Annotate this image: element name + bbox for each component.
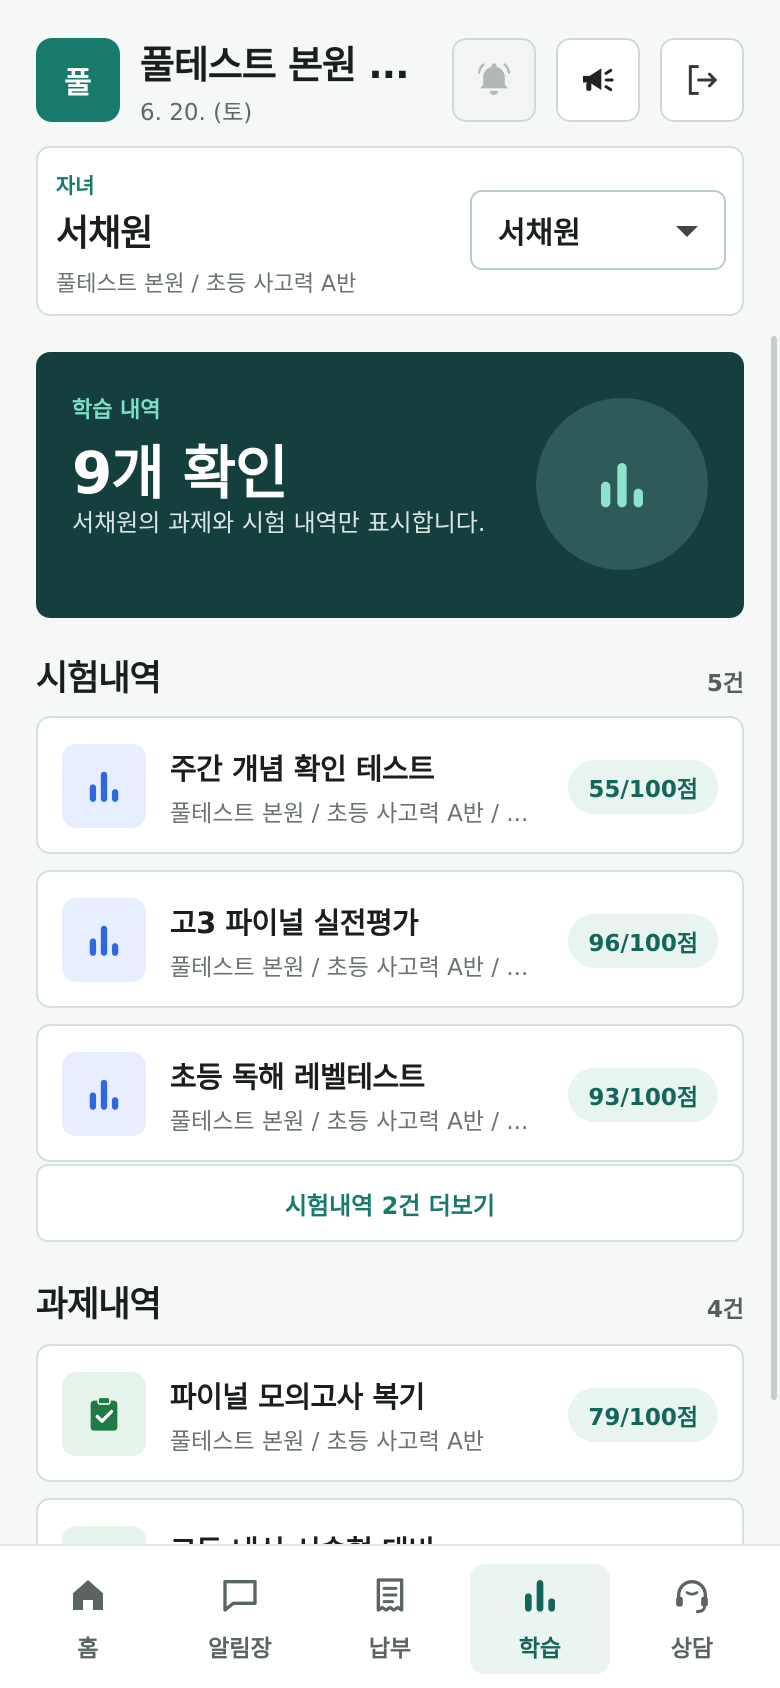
title-wrap: 풀테스트 본원 ... 6. 20. (토) xyxy=(140,34,430,127)
clipboard-check-icon xyxy=(90,1396,118,1431)
exam-subtitle: 풀테스트 본원 / 초등 사고력 A반 / ... xyxy=(170,801,529,827)
exam-icon-box xyxy=(62,1052,146,1136)
brand-badge: 풀 xyxy=(36,38,120,122)
app-title: 풀테스트 본원 ... xyxy=(140,42,410,87)
hero-label: 학습 내역 xyxy=(72,398,161,423)
chart-icon xyxy=(89,925,119,956)
nav-label: 납부 xyxy=(368,1636,412,1662)
assignment-title: 파이널 모의고사 복기 xyxy=(170,1380,425,1414)
nav-label: 홈 xyxy=(77,1636,99,1662)
exam-title: 주간 개념 확인 테스트 xyxy=(170,752,435,786)
score-badge: 96/100점 xyxy=(568,914,718,968)
exam-item[interactable]: 고3 파이널 실전평가 풀테스트 본원 / 초등 사고력 A반 / ... 96… xyxy=(36,870,744,1008)
logout-button[interactable] xyxy=(660,38,744,122)
assignment-icon-box xyxy=(62,1372,146,1456)
bell-icon xyxy=(477,63,511,95)
headset-icon xyxy=(676,1580,708,1614)
assignments-section-title: 과제내역 xyxy=(36,1285,162,1325)
exams-more-button[interactable]: 시험내역 2건 더보기 xyxy=(36,1164,744,1242)
chevron-down-icon xyxy=(676,226,698,237)
assignment-subtitle: 풀테스트 본원 / 초등 사고력 A반 xyxy=(170,1429,484,1455)
assignments-section-header: 과제내역 4건 xyxy=(36,1276,744,1326)
exam-icon-box xyxy=(62,744,146,828)
exams-section-title: 시험내역 xyxy=(36,659,162,699)
exams-count: 5건 xyxy=(706,671,744,697)
score-badge: 93/100점 xyxy=(568,1068,718,1122)
exam-subtitle: 풀테스트 본원 / 초등 사고력 A반 / ... xyxy=(170,955,529,981)
nav-label: 알림장 xyxy=(208,1636,272,1662)
scrollbar[interactable] xyxy=(771,336,777,1400)
child-class: 풀테스트 본원 / 초등 사고력 A반 xyxy=(56,272,357,297)
nav-item-learning[interactable]: 학습 xyxy=(470,1564,610,1674)
page: 풀 풀테스트 본원 ... 6. 20. (토) 자녀 서채원 풀테스트 본원 … xyxy=(0,0,780,1688)
chart-icon xyxy=(89,771,119,802)
learning-summary-hero: 학습 내역 9개 확인 서채원의 과제와 시험 내역만 표시합니다. xyxy=(36,352,744,618)
logout-icon xyxy=(688,65,717,95)
chart-icon xyxy=(601,463,643,508)
hero-title: 9개 확인 xyxy=(72,439,289,507)
assignments-count: 4건 xyxy=(706,1297,744,1323)
child-card: 자녀 서채원 풀테스트 본원 / 초등 사고력 A반 서채원 xyxy=(36,146,744,316)
nav-label: 학습 xyxy=(518,1636,562,1662)
bottom-nav: 홈 알림장 납부 학습 상담 xyxy=(0,1544,780,1688)
nav-item-payment[interactable]: 납부 xyxy=(320,1564,460,1674)
child-name: 서채원 xyxy=(56,213,153,254)
child-label: 자녀 xyxy=(56,174,95,198)
hero-description: 서채원의 과제와 시험 내역만 표시합니다. xyxy=(72,509,486,537)
exam-item[interactable]: 초등 독해 레벨테스트 풀테스트 본원 / 초등 사고력 A반 / ... 93… xyxy=(36,1024,744,1162)
message-icon xyxy=(223,1580,257,1612)
chart-icon xyxy=(89,1079,119,1110)
chart-icon xyxy=(525,1580,555,1612)
megaphone-icon xyxy=(583,68,614,92)
nav-item-notice[interactable]: 알림장 xyxy=(170,1564,310,1674)
score-badge: 55/100점 xyxy=(568,760,718,814)
exam-subtitle: 풀테스트 본원 / 초등 사고력 A반 / ... xyxy=(170,1109,529,1135)
exam-item[interactable]: 주간 개념 확인 테스트 풀테스트 본원 / 초등 사고력 A반 / ... 5… xyxy=(36,716,744,854)
nav-label: 상담 xyxy=(670,1636,714,1662)
app-date: 6. 20. (토) xyxy=(140,99,253,126)
child-select-value: 서채원 xyxy=(498,216,581,251)
hero-icon-circle xyxy=(536,398,708,570)
nav-item-home[interactable]: 홈 xyxy=(18,1564,158,1674)
exam-icon-box xyxy=(62,898,146,982)
score-badge: 79/100점 xyxy=(568,1388,718,1442)
exam-title: 고3 파이널 실전평가 xyxy=(170,906,419,940)
assignment-item[interactable]: 파이널 모의고사 복기 풀테스트 본원 / 초등 사고력 A반 79/100점 xyxy=(36,1344,744,1482)
receipt-icon xyxy=(376,1578,404,1612)
nav-item-consult[interactable]: 상담 xyxy=(622,1564,762,1674)
announcement-button[interactable] xyxy=(556,38,640,122)
child-select[interactable]: 서채원 xyxy=(470,190,726,270)
home-icon xyxy=(73,1580,103,1610)
exams-section-header: 시험내역 5건 xyxy=(36,650,744,700)
notification-button[interactable] xyxy=(452,38,536,122)
exam-title: 초등 독해 레벨테스트 xyxy=(170,1060,425,1094)
app-header: 풀 풀테스트 본원 ... 6. 20. (토) xyxy=(36,38,744,126)
